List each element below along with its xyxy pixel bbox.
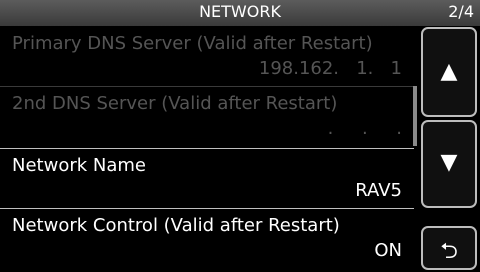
page-indicator: 2/4 bbox=[448, 2, 474, 21]
item-value: RAV5 bbox=[355, 180, 402, 201]
list-item-network-control[interactable]: Network Control (Valid after Restart) ON bbox=[0, 209, 414, 267]
return-icon: ⮌ bbox=[440, 239, 458, 264]
screen-title: NETWORK bbox=[199, 2, 281, 21]
scroll-down-button[interactable]: ▼ bbox=[421, 120, 477, 208]
item-label: Primary DNS Server (Valid after Restart) bbox=[12, 33, 373, 54]
item-label: Network Control (Valid after Restart) bbox=[12, 215, 340, 236]
up-arrow-icon: ▲ bbox=[440, 59, 458, 84]
item-value: . . . bbox=[327, 118, 402, 139]
scrollbar[interactable] bbox=[413, 86, 417, 146]
item-value: 198.162. 1. 1 bbox=[258, 58, 402, 79]
down-arrow-icon: ▼ bbox=[440, 150, 458, 175]
item-label: 2nd DNS Server (Valid after Restart) bbox=[12, 93, 338, 114]
list-item-primary-dns: Primary DNS Server (Valid after Restart)… bbox=[0, 27, 414, 85]
back-button[interactable]: ⮌ bbox=[421, 226, 477, 270]
list-item-2nd-dns: 2nd DNS Server (Valid after Restart) . .… bbox=[0, 87, 414, 145]
scroll-up-button[interactable]: ▲ bbox=[421, 27, 477, 117]
list-item-network-name[interactable]: Network Name RAV5 bbox=[0, 149, 414, 207]
item-value: ON bbox=[374, 240, 402, 261]
settings-list: Primary DNS Server (Valid after Restart)… bbox=[0, 27, 414, 272]
item-label: Network Name bbox=[12, 155, 146, 176]
title-bar: NETWORK 2/4 bbox=[0, 0, 480, 26]
